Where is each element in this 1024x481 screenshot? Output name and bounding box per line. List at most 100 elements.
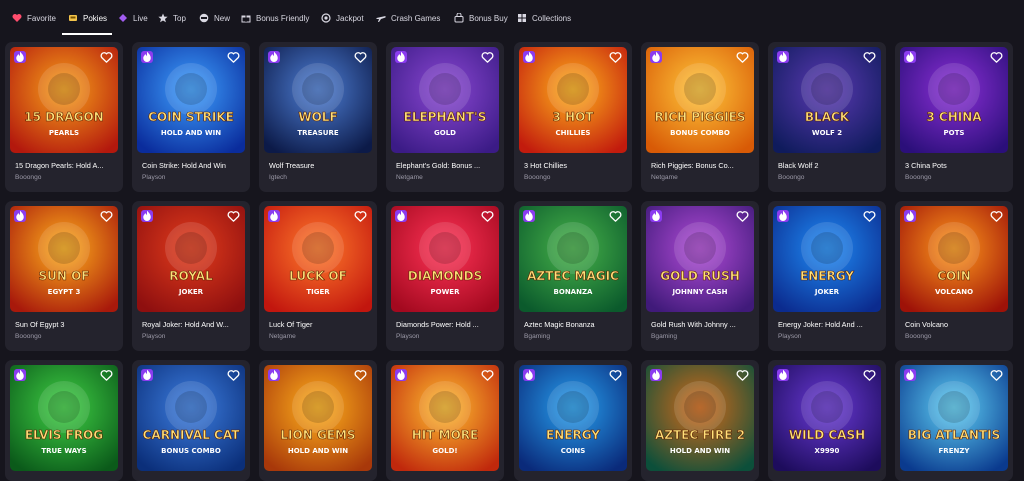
nav-item-pokies[interactable]: Pokies <box>68 8 107 28</box>
game-card[interactable]: DIAMONDS POWER Diamonds Power: Hold ... Pla… <box>386 201 504 351</box>
game-card[interactable]: COIN STRIKE HOLD AND WIN Coin Strike: Hold… <box>132 42 250 192</box>
game-thumbnail[interactable]: LUCK OF TIGER <box>264 206 372 312</box>
game-thumbnail[interactable]: ELEPHANT'S GOLD <box>391 47 499 153</box>
favorite-heart-icon[interactable] <box>481 210 494 223</box>
game-card[interactable]: GOLD RUSH JOHNNY CASH Gold Rush With Johnn… <box>641 201 759 351</box>
favorite-heart-icon[interactable] <box>609 369 622 382</box>
game-title[interactable]: Coin Volcano <box>905 320 1005 329</box>
game-title[interactable]: Luck Of Tiger <box>269 320 369 329</box>
favorite-heart-icon[interactable] <box>227 51 240 64</box>
game-card[interactable]: AZTEC FIRE 2 HOLD AND WIN <box>641 360 759 481</box>
game-thumbnail[interactable]: LION GEMS HOLD AND WIN <box>264 365 372 471</box>
game-thumbnail[interactable]: COIN STRIKE HOLD AND WIN <box>137 47 245 153</box>
game-thumbnail[interactable]: WOLF TREASURE <box>264 47 372 153</box>
game-title[interactable]: Elephant's Gold: Bonus ... <box>396 161 496 170</box>
favorite-heart-icon[interactable] <box>354 210 367 223</box>
nav-item-collections[interactable]: Collections <box>517 8 571 28</box>
game-title[interactable]: 3 China Pots <box>905 161 1005 170</box>
nav-item-top[interactable]: Top <box>158 8 186 28</box>
game-title[interactable]: Aztec Magic Bonanza <box>524 320 624 329</box>
favorite-heart-icon[interactable] <box>100 51 113 64</box>
game-title[interactable]: Rich Piggies: Bonus Co... <box>651 161 751 170</box>
game-thumbnail[interactable]: HIT MORE GOLD! <box>391 365 499 471</box>
game-card[interactable]: LION GEMS HOLD AND WIN <box>259 360 377 481</box>
favorite-heart-icon[interactable] <box>354 369 367 382</box>
game-card[interactable]: WILD CASH X9990 <box>768 360 886 481</box>
nav-item-bonus-buy[interactable]: Bonus Buy <box>454 8 508 28</box>
favorite-heart-icon[interactable] <box>736 369 749 382</box>
game-thumbnail[interactable]: CARNIVAL CAT BONUS COMBO <box>137 365 245 471</box>
favorite-heart-icon[interactable] <box>736 210 749 223</box>
game-card[interactable]: HIT MORE GOLD! <box>386 360 504 481</box>
game-thumbnail[interactable]: SUN OF EGYPT 3 <box>10 206 118 312</box>
game-thumbnail[interactable]: AZTEC FIRE 2 HOLD AND WIN <box>646 365 754 471</box>
game-card[interactable]: COIN VOLCANO Coin Volcano Booongo <box>895 201 1013 351</box>
game-thumbnail[interactable]: ELVIS FROG TRUE WAYS <box>10 365 118 471</box>
provider-badge-icon <box>395 210 407 222</box>
game-card[interactable]: 15 DRAGON PEARLS 15 Dragon Pearls: Hold A.… <box>5 42 123 192</box>
game-title[interactable]: Gold Rush With Johnny ... <box>651 320 751 329</box>
nav-item-crash-games[interactable]: Crash Games <box>376 8 440 28</box>
game-card[interactable]: ELVIS FROG TRUE WAYS <box>5 360 123 481</box>
favorite-heart-icon[interactable] <box>609 51 622 64</box>
favorite-heart-icon[interactable] <box>100 369 113 382</box>
category-nav: Favorite Pokies Live Top New Bonus Frien… <box>0 0 1024 36</box>
game-card[interactable]: ELEPHANT'S GOLD Elephant's Gold: Bonus ...… <box>386 42 504 192</box>
game-title[interactable]: Energy Joker: Hold And ... <box>778 320 878 329</box>
game-thumbnail[interactable]: 3 CHINA POTS <box>900 47 1008 153</box>
game-card[interactable]: WOLF TREASURE Wolf Treasure Igtech <box>259 42 377 192</box>
game-thumbnail[interactable]: 15 DRAGON PEARLS <box>10 47 118 153</box>
favorite-heart-icon[interactable] <box>481 369 494 382</box>
game-title[interactable]: Diamonds Power: Hold ... <box>396 320 496 329</box>
favorite-heart-icon[interactable] <box>990 210 1003 223</box>
game-thumbnail[interactable]: AZTEC MAGIC BONANZA <box>519 206 627 312</box>
game-card[interactable]: ENERGY COINS <box>514 360 632 481</box>
game-card[interactable]: CARNIVAL CAT BONUS COMBO <box>132 360 250 481</box>
nav-item-bonus-friendly[interactable]: Bonus Friendly <box>241 8 309 28</box>
game-thumbnail[interactable]: WILD CASH X9990 <box>773 365 881 471</box>
game-card[interactable]: LUCK OF TIGER Luck Of Tiger Netgame <box>259 201 377 351</box>
game-title[interactable]: Black Wolf 2 <box>778 161 878 170</box>
favorite-heart-icon[interactable] <box>863 210 876 223</box>
nav-item-jackpot[interactable]: Jackpot <box>321 8 364 28</box>
game-card[interactable]: 3 HOT CHILLIES 3 Hot Chillies Booongo <box>514 42 632 192</box>
nav-item-favorite[interactable]: Favorite <box>12 8 56 28</box>
game-card[interactable]: BLACK WOLF 2 Black Wolf 2 Booongo <box>768 42 886 192</box>
game-card[interactable]: AZTEC MAGIC BONANZA Aztec Magic Bonanza Bga… <box>514 201 632 351</box>
favorite-heart-icon[interactable] <box>227 369 240 382</box>
game-card[interactable]: ROYAL JOKER Royal Joker: Hold And W... Play… <box>132 201 250 351</box>
game-card[interactable]: SUN OF EGYPT 3 Sun Of Egypt 3 Booongo <box>5 201 123 351</box>
game-title[interactable]: Sun Of Egypt 3 <box>15 320 115 329</box>
favorite-heart-icon[interactable] <box>863 369 876 382</box>
game-thumbnail[interactable]: ENERGY COINS <box>519 365 627 471</box>
game-thumbnail[interactable]: 3 HOT CHILLIES <box>519 47 627 153</box>
game-thumbnail[interactable]: DIAMONDS POWER <box>391 206 499 312</box>
game-thumbnail[interactable]: BLACK WOLF 2 <box>773 47 881 153</box>
game-card[interactable]: ENERGY JOKER Energy Joker: Hold And ... Pla… <box>768 201 886 351</box>
favorite-heart-icon[interactable] <box>354 51 367 64</box>
game-title[interactable]: 3 Hot Chillies <box>524 161 624 170</box>
favorite-heart-icon[interactable] <box>990 369 1003 382</box>
game-thumbnail[interactable]: COIN VOLCANO <box>900 206 1008 312</box>
game-title[interactable]: Wolf Treasure <box>269 161 369 170</box>
game-thumbnail[interactable]: ENERGY JOKER <box>773 206 881 312</box>
favorite-heart-icon[interactable] <box>736 51 749 64</box>
favorite-heart-icon[interactable] <box>863 51 876 64</box>
favorite-heart-icon[interactable] <box>100 210 113 223</box>
game-title[interactable]: Coin Strike: Hold And Win <box>142 161 242 170</box>
nav-item-live[interactable]: Live <box>118 8 148 28</box>
game-thumbnail[interactable]: BIG ATLANTIS FRENZY <box>900 365 1008 471</box>
nav-item-new[interactable]: New <box>199 8 230 28</box>
favorite-heart-icon[interactable] <box>481 51 494 64</box>
favorite-heart-icon[interactable] <box>990 51 1003 64</box>
game-title[interactable]: 15 Dragon Pearls: Hold A... <box>15 161 115 170</box>
favorite-heart-icon[interactable] <box>227 210 240 223</box>
game-card[interactable]: BIG ATLANTIS FRENZY <box>895 360 1013 481</box>
game-thumbnail[interactable]: RICH PIGGIES BONUS COMBO <box>646 47 754 153</box>
game-thumbnail[interactable]: ROYAL JOKER <box>137 206 245 312</box>
favorite-heart-icon[interactable] <box>609 210 622 223</box>
game-title[interactable]: Royal Joker: Hold And W... <box>142 320 242 329</box>
game-card[interactable]: 3 CHINA POTS 3 China Pots Booongo <box>895 42 1013 192</box>
game-card[interactable]: RICH PIGGIES BONUS COMBO Rich Piggies: Bon… <box>641 42 759 192</box>
game-thumbnail[interactable]: GOLD RUSH JOHNNY CASH <box>646 206 754 312</box>
